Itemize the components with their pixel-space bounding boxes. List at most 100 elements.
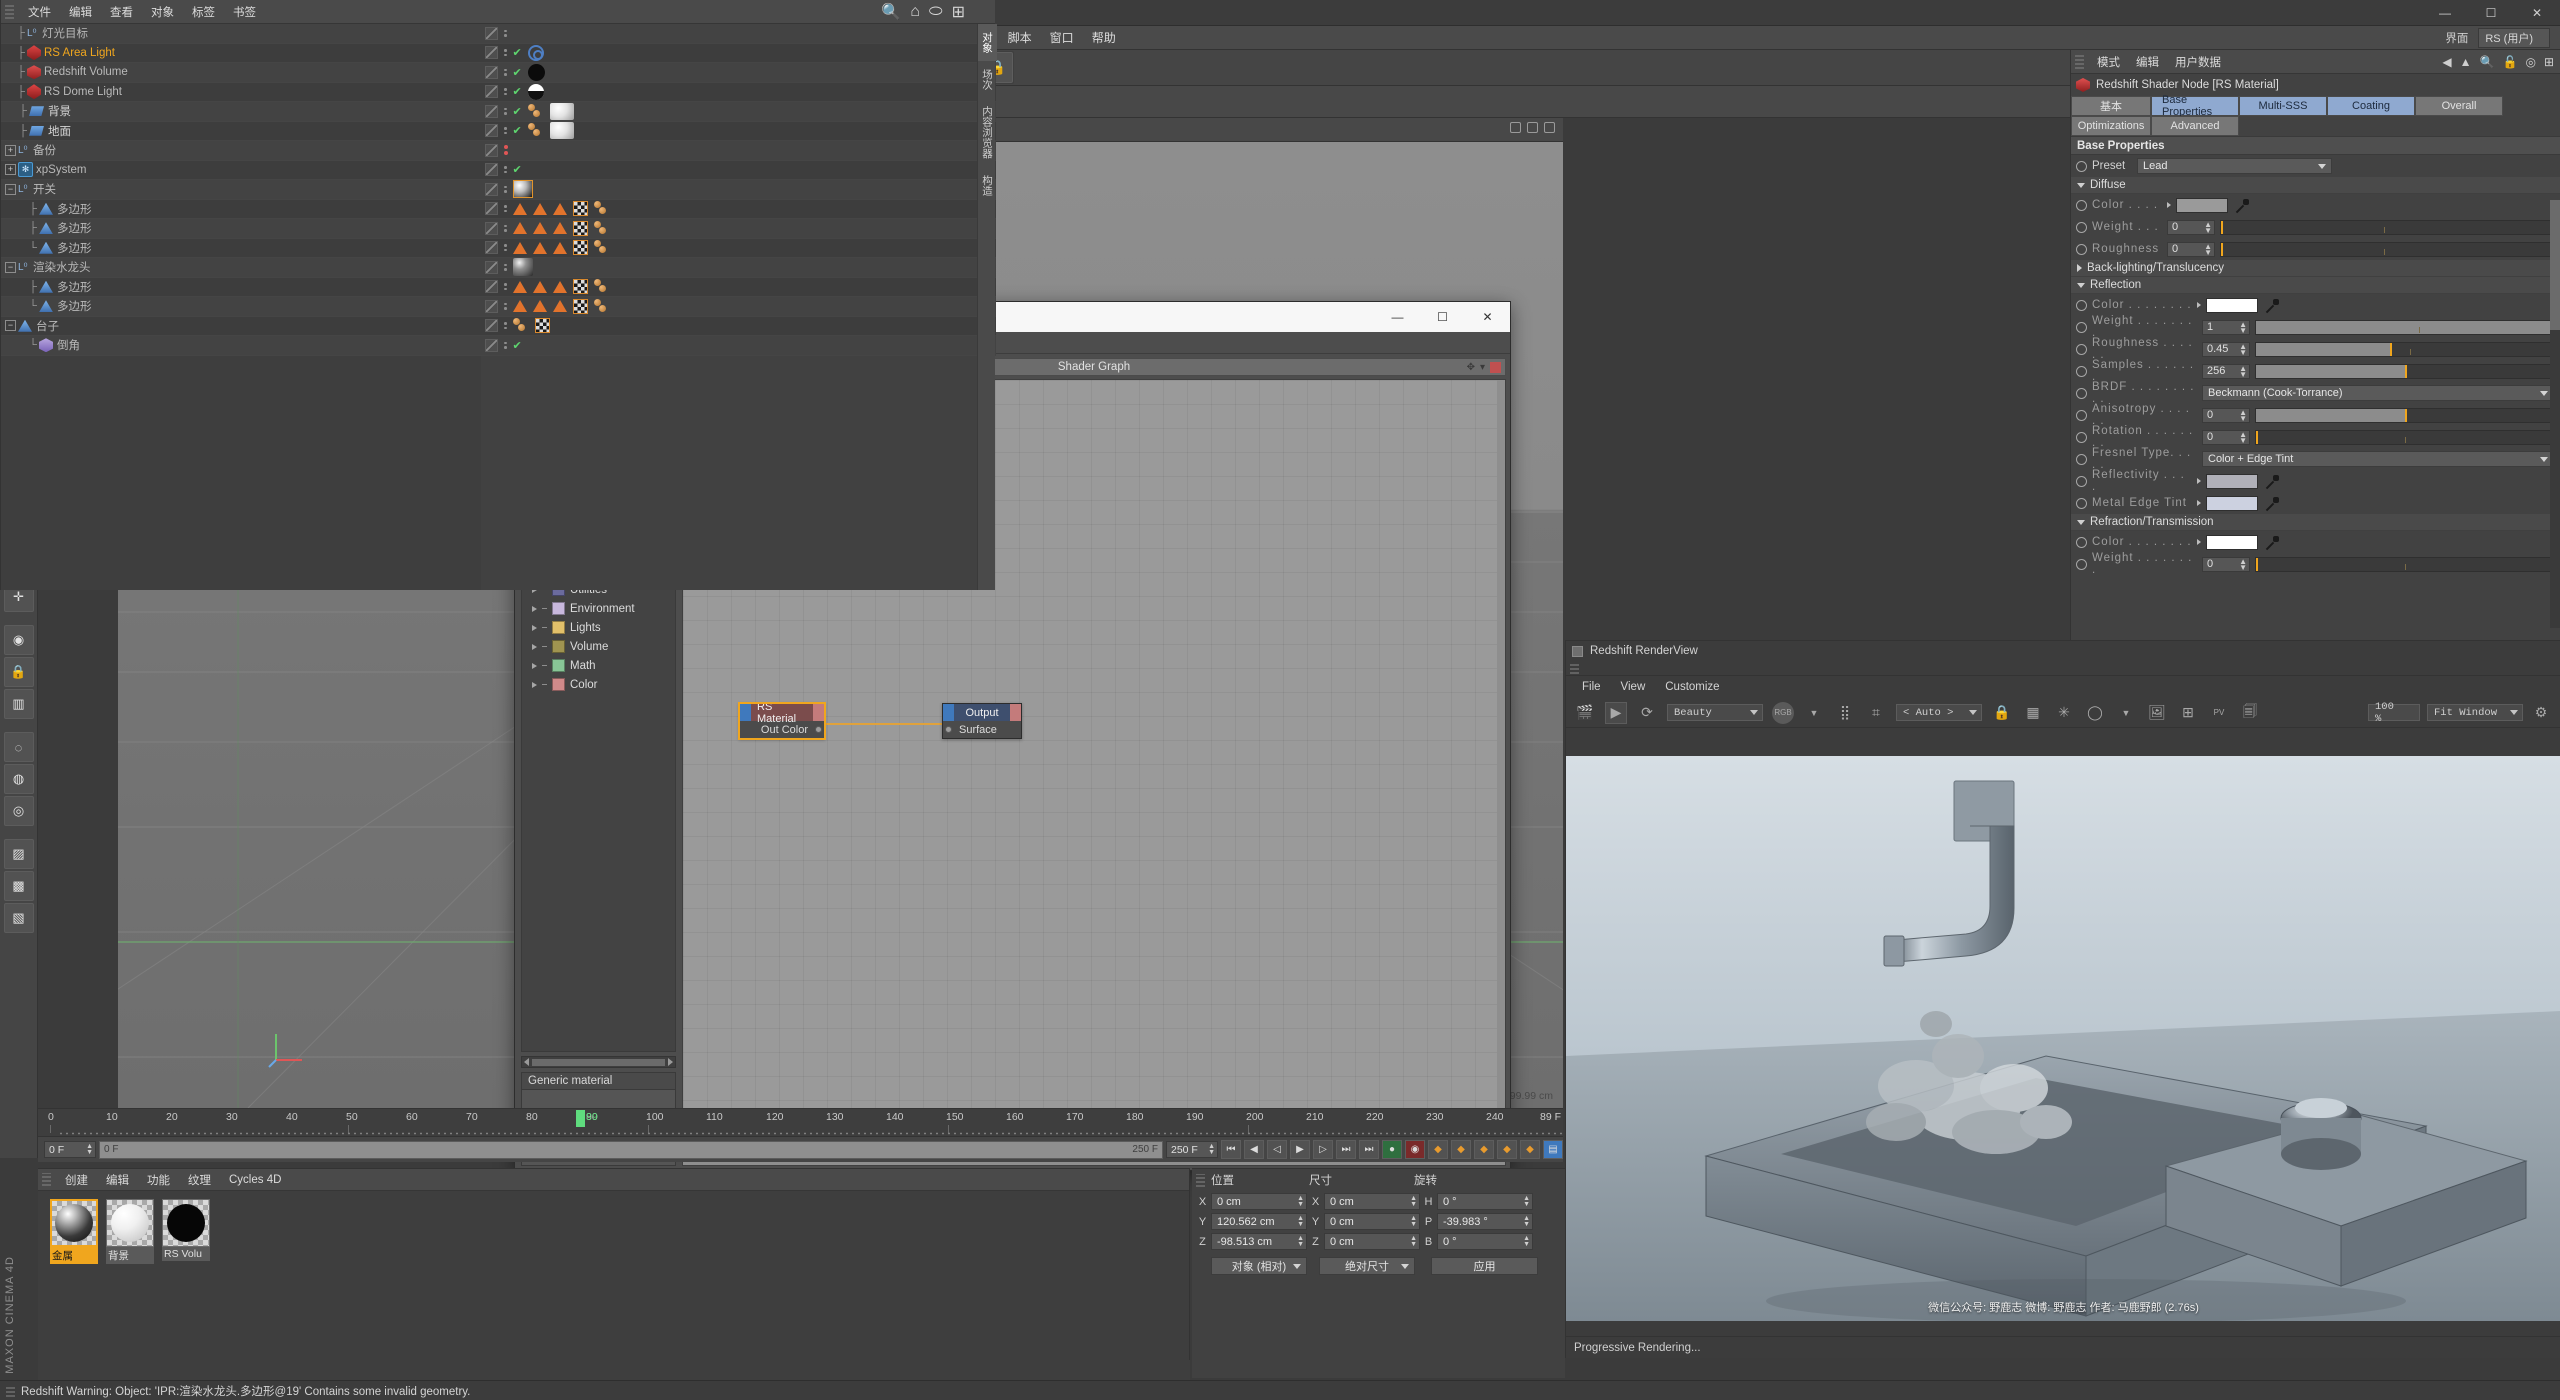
object-manager-grip-icon[interactable] [5, 5, 14, 19]
add-panel-icon[interactable]: ⊞ [952, 2, 965, 22]
render-view-grip-icon[interactable] [1570, 663, 1579, 674]
side-tab-takes[interactable]: 场次 [978, 61, 997, 98]
metal-edge-tint-radio[interactable] [2076, 498, 2087, 509]
expand-icon[interactable]: + [5, 145, 16, 156]
home-icon[interactable]: ⌂ [910, 3, 920, 21]
object-row-switch[interactable]: − L⁰ 开关 [1, 180, 481, 200]
objmgr-menu-file[interactable]: 文件 [19, 2, 60, 22]
material-tag-icon[interactable] [550, 122, 574, 139]
object-tags-row[interactable] [481, 278, 996, 298]
side-tab-objects[interactable]: 对象 [978, 24, 997, 61]
spinner-icon[interactable]: ▲▼ [1523, 1236, 1530, 1248]
uv-tag-icon[interactable] [573, 240, 588, 255]
visibility-checkbox[interactable] [485, 105, 498, 118]
node-category-lights[interactable]: Lights [522, 618, 675, 637]
object-row-render-faucet[interactable]: − L⁰ 渲染水龙头 [1, 258, 481, 278]
view-panel-icon[interactable]: ▥ [4, 689, 34, 719]
graph-collapse-icon[interactable]: ▾ [1480, 362, 1485, 373]
objmgr-menu-view[interactable]: 查看 [101, 2, 142, 22]
tab-multi-sss[interactable]: Multi-SSS [2239, 96, 2327, 116]
close-button[interactable]: ✕ [2514, 0, 2560, 26]
enable-dots-icon[interactable] [504, 69, 507, 76]
viewport-single-view-icon[interactable] [1510, 122, 1521, 133]
menu-help[interactable]: 帮助 [1083, 26, 1125, 49]
phong-tag-icon[interactable] [553, 281, 567, 293]
reflection-color-radio[interactable] [2076, 300, 2087, 311]
coordinate-manager-grip-icon[interactable] [1196, 1174, 1205, 1187]
aov-select[interactable]: Beauty [1667, 704, 1763, 721]
visibility-checkbox[interactable] [485, 183, 498, 196]
phong-tag-icon[interactable] [533, 242, 547, 254]
objmgr-menu-edit[interactable]: 编辑 [60, 2, 101, 22]
group-diffuse[interactable]: Diffuse [2071, 177, 2560, 194]
enable-dots-icon[interactable] [504, 283, 507, 290]
matmgr-menu-function[interactable]: 功能 [138, 1170, 179, 1190]
minimize-button[interactable]: — [2422, 0, 2468, 26]
reflection-weight-radio[interactable] [2076, 322, 2087, 333]
chevron-right-icon[interactable] [532, 663, 537, 669]
object-manager-side-tabs[interactable]: 对象 场次 内容浏览器 构造 [977, 24, 995, 590]
group-refraction[interactable]: Refraction/Transmission [2071, 514, 2560, 531]
spinner-icon[interactable]: ▲▼ [2204, 244, 2212, 256]
chrome-material-tag-icon[interactable] [513, 258, 533, 276]
phong-tag-icon[interactable] [533, 222, 547, 234]
fit-mode-select[interactable]: Fit Window [2427, 704, 2523, 721]
diffuse-weight-input[interactable]: 0 ▲▼ [2167, 220, 2215, 235]
rot-h-input[interactable]: 0 ° ▲▼ [1437, 1193, 1533, 1210]
collapse-icon[interactable]: − [5, 184, 16, 195]
gear-icon[interactable]: ⚙ [2530, 702, 2552, 724]
preview-pv-icon[interactable]: PV [2208, 702, 2230, 724]
fresnel-type-radio[interactable] [2076, 454, 2087, 465]
step-forward-button[interactable]: ⏭ [1336, 1140, 1356, 1159]
object-tags-row[interactable]: ✔ [481, 336, 996, 356]
material-item-metal[interactable]: 金属 [50, 1199, 98, 1264]
object-row-polygon-2[interactable]: ├ 多边形 [1, 219, 481, 239]
object-row-background[interactable]: ├ 背景 [1, 102, 481, 122]
denoise-icon[interactable]: ✳ [2053, 702, 2075, 724]
tool-extra-2-icon[interactable]: ◍ [4, 764, 34, 794]
viewport-maximize-icon[interactable] [1544, 122, 1555, 133]
material-thumbnail[interactable] [106, 1199, 154, 1247]
keyframe-pla-button[interactable]: ◆ [1520, 1140, 1540, 1159]
save-image-icon[interactable]: 🖼 [2146, 702, 2168, 724]
phong-tag-icon[interactable] [553, 242, 567, 254]
object-row-light-target[interactable]: ├ L⁰ 灯光目标 [1, 24, 481, 44]
objmgr-menu-bookmarks[interactable]: 书签 [224, 2, 265, 22]
attribute-scrollbar[interactable] [2550, 200, 2560, 628]
uv-tag-icon[interactable] [573, 279, 588, 294]
start-render-button[interactable]: ▶ [1605, 702, 1627, 724]
spinner-icon[interactable]: ▲▼ [1523, 1196, 1530, 1208]
spinner-icon[interactable]: ▲▼ [1410, 1216, 1417, 1228]
brdf-select[interactable]: Beckmann (Cook-Torrance) [2202, 385, 2554, 401]
size-x-input[interactable]: 0 cm ▲▼ [1324, 1193, 1420, 1210]
object-row-table[interactable]: − 台子 [1, 317, 481, 337]
surface-port[interactable] [943, 721, 954, 738]
node-tree-hscrollbar[interactable] [521, 1056, 676, 1068]
eyedropper-icon[interactable] [2263, 535, 2280, 550]
node-rs-material[interactable]: RS Material Out Color [739, 703, 825, 739]
object-tags-row[interactable]: ✔ [481, 161, 996, 181]
keyframe-scale-button[interactable]: ◆ [1474, 1140, 1494, 1159]
material-item-rs-volume[interactable]: RS Volu [162, 1199, 210, 1264]
reflection-roughness-input[interactable]: 0.45 ▲▼ [2202, 342, 2250, 357]
matmgr-menu-edit[interactable]: 编辑 [97, 1170, 138, 1190]
back-nav-icon[interactable]: ◀ [2442, 55, 2451, 69]
tab-overall[interactable]: Overall [2415, 96, 2503, 116]
texture-tag-icon[interactable] [513, 318, 529, 333]
enable-dots-icon[interactable] [504, 127, 507, 134]
tab-advanced[interactable]: Advanced [2151, 116, 2239, 136]
tool-extra-1-icon[interactable]: ◌ [4, 732, 34, 762]
texture-tag-icon[interactable] [594, 240, 610, 255]
object-tags-row[interactable] [481, 258, 996, 278]
reflection-samples-slider[interactable] [2255, 364, 2554, 379]
reflection-weight-input[interactable]: 1 ▲▼ [2202, 320, 2250, 335]
texture-tag-icon[interactable] [528, 123, 544, 138]
step-back-button[interactable]: ◀ [1244, 1140, 1264, 1159]
current-frame-field[interactable]: 0 F ▲▼ [44, 1141, 96, 1158]
spinner-icon[interactable]: ▲▼ [1297, 1236, 1304, 1248]
object-tags-row[interactable] [481, 297, 996, 317]
attrmgr-toolbar-icons[interactable]: ◀ ▲ 🔍 🔓 ◎ ⊞ [2442, 55, 2560, 69]
object-row-polygon-4[interactable]: ├ 多边形 [1, 278, 481, 298]
node-category-color[interactable]: Color [522, 675, 675, 694]
object-row-ground[interactable]: ├ 地面 [1, 122, 481, 142]
